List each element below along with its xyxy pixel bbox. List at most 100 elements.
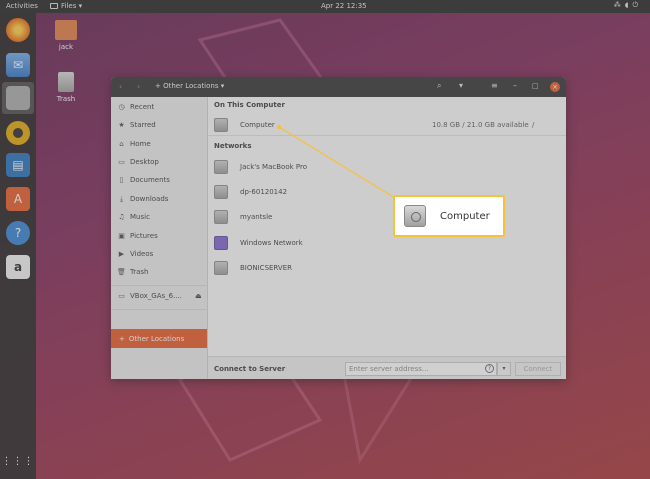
sidebar-item-pictures[interactable]: ▣ Pictures <box>117 230 205 242</box>
star-icon: ★ <box>118 121 125 129</box>
minimize-icon[interactable]: – <box>513 81 517 90</box>
help-icon[interactable]: ? <box>6 221 30 245</box>
sidebar-item-label: Videos <box>130 250 154 258</box>
app-menu-files[interactable]: Files ▾ <box>50 2 82 10</box>
firefox-icon[interactable] <box>6 18 30 42</box>
power-icon: ⏻ <box>632 1 642 9</box>
location-row-computer[interactable]: Computer 10.8 GB / 21.0 GB available / <box>214 115 554 135</box>
sidebar-separator <box>111 285 208 286</box>
drive-icon <box>214 160 228 174</box>
trash-icon <box>58 72 74 92</box>
clock[interactable]: Apr 22 12:35 <box>321 2 367 10</box>
trash-icon: 🗑 <box>117 268 126 276</box>
documents-icon: ▯ <box>119 176 124 184</box>
network-name: Windows Network <box>240 239 303 247</box>
sidebar-item-home[interactable]: ⌂ Home <box>117 138 205 150</box>
software-icon[interactable]: A <box>6 187 30 211</box>
connect-to-server-label: Connect to Server <box>214 365 286 373</box>
back-icon[interactable]: ‹ <box>119 82 122 91</box>
sidebar-item-label: Documents <box>130 176 170 184</box>
disk-usage: 10.8 GB / 21.0 GB available <box>432 121 529 129</box>
activities-button[interactable]: Activities <box>6 2 38 10</box>
search-icon[interactable]: ⌕ <box>437 81 441 91</box>
dock: ✉ ▤ A ? a ⋮⋮⋮ <box>0 13 36 479</box>
app-menu-label: Files ▾ <box>61 2 83 10</box>
sidebar-item-mounted-volume[interactable]: ▭ VBox_GAs_6.... ⏏ <box>117 290 205 302</box>
drive-icon <box>214 261 228 275</box>
header-bar: ‹ › + Other Locations ▾ ⌕ ▾ ≡ – □ × <box>111 77 566 97</box>
chevron-down-icon: ▾ <box>220 82 225 90</box>
network-row[interactable]: Jack's MacBook Pro <box>214 157 554 177</box>
drive-icon <box>214 185 228 199</box>
section-divider <box>208 135 566 136</box>
add-icon: + <box>119 334 125 343</box>
sidebar-item-downloads[interactable]: ⤓ Downloads <box>117 193 205 205</box>
home-folder-icon <box>55 20 77 40</box>
menu-icon[interactable]: ≡ <box>491 81 498 90</box>
close-icon[interactable]: × <box>550 82 560 92</box>
sidebar-item-label: Starred <box>130 121 156 129</box>
files-icon[interactable] <box>6 86 30 110</box>
clock-icon: ◷ <box>118 103 125 111</box>
sidebar-item-recent[interactable]: ◷ Recent <box>117 101 205 113</box>
amazon-icon[interactable]: a <box>6 255 30 279</box>
connect-button[interactable]: Connect <box>515 362 561 376</box>
drive-icon <box>214 210 228 224</box>
files-icon <box>50 3 58 9</box>
network-name: dp-60120142 <box>240 188 288 196</box>
forward-icon[interactable]: › <box>137 82 140 91</box>
sidebar-item-label: Home <box>130 140 151 148</box>
windows-network-icon <box>214 236 228 250</box>
sidebar-item-documents[interactable]: ▯ Documents <box>117 174 205 186</box>
sidebar-item-label: Other Locations <box>128 334 185 343</box>
sidebar-item-label: Trash <box>130 268 149 276</box>
sidebar-item-desktop[interactable]: ▭ Desktop <box>117 156 205 168</box>
recent-servers-dropdown[interactable]: ▾ <box>497 362 511 376</box>
downloads-icon: ⤓ <box>119 194 124 203</box>
sidebar-item-label: VBox_GAs_6.... <box>130 292 183 300</box>
sidebar-item-label: Downloads <box>130 195 169 203</box>
view-options-icon[interactable]: ▾ <box>459 81 463 90</box>
server-address-input[interactable] <box>345 362 497 376</box>
add-icon: + <box>155 82 161 90</box>
drive-icon <box>214 118 228 132</box>
location-button[interactable]: + Other Locations ▾ <box>155 82 224 90</box>
pictures-icon: ▣ <box>118 232 125 240</box>
show-applications-icon[interactable]: ⋮⋮⋮ <box>2 449 34 473</box>
desktop-icon-home[interactable]: jack <box>46 20 86 51</box>
sidebar-item-starred[interactable]: ★ Starred <box>117 119 205 131</box>
drive-icon: ▭ <box>118 292 125 300</box>
home-icon: ⌂ <box>119 140 124 148</box>
network-name: Jack's MacBook Pro <box>240 163 307 171</box>
network-icon: ⁂ <box>613 1 625 9</box>
sidebar-item-label: Recent <box>130 103 155 111</box>
network-name: BIONICSERVER <box>240 264 292 272</box>
sidebar-item-music[interactable]: ♫ Music <box>117 211 205 223</box>
mount-point: / <box>532 121 535 129</box>
sidebar: ◷ Recent ★ Starred ⌂ Home ▭ Desktop ▯ Documen… <box>111 97 208 379</box>
sidebar-item-videos[interactable]: ▶ Videos <box>117 248 205 260</box>
location-label: Other Locations <box>163 82 219 90</box>
desktop-icon-trash[interactable]: Trash <box>46 72 86 103</box>
system-tray[interactable]: ⁂◖⏻ <box>614 1 642 10</box>
drive-icon <box>404 205 426 227</box>
rhythmbox-icon[interactable] <box>6 121 30 145</box>
network-name: myantsle <box>240 213 273 221</box>
sidebar-item-trash[interactable]: 🗑 Trash <box>117 266 205 278</box>
network-row[interactable]: BIONICSERVER <box>214 258 554 278</box>
help-icon[interactable]: ? <box>485 364 494 373</box>
thunderbird-icon[interactable]: ✉ <box>6 53 30 77</box>
location-name: Computer <box>240 121 275 129</box>
sidebar-item-label: Pictures <box>130 232 158 240</box>
sidebar-item-label: Desktop <box>130 158 159 166</box>
desktop-icon-label: jack <box>58 43 74 51</box>
eject-icon[interactable]: ⏏ <box>195 292 202 300</box>
desktop-icon-label: Trash <box>56 95 76 103</box>
videos-icon: ▶ <box>118 250 125 258</box>
sidebar-separator <box>111 309 208 310</box>
main-content: On This Computer Computer 10.8 GB / 21.0… <box>208 97 566 379</box>
computer-callout: Computer <box>393 195 505 237</box>
sidebar-item-other-locations[interactable]: + Other Locations <box>111 329 207 348</box>
writer-icon[interactable]: ▤ <box>6 153 30 177</box>
maximize-icon[interactable]: □ <box>532 82 539 90</box>
